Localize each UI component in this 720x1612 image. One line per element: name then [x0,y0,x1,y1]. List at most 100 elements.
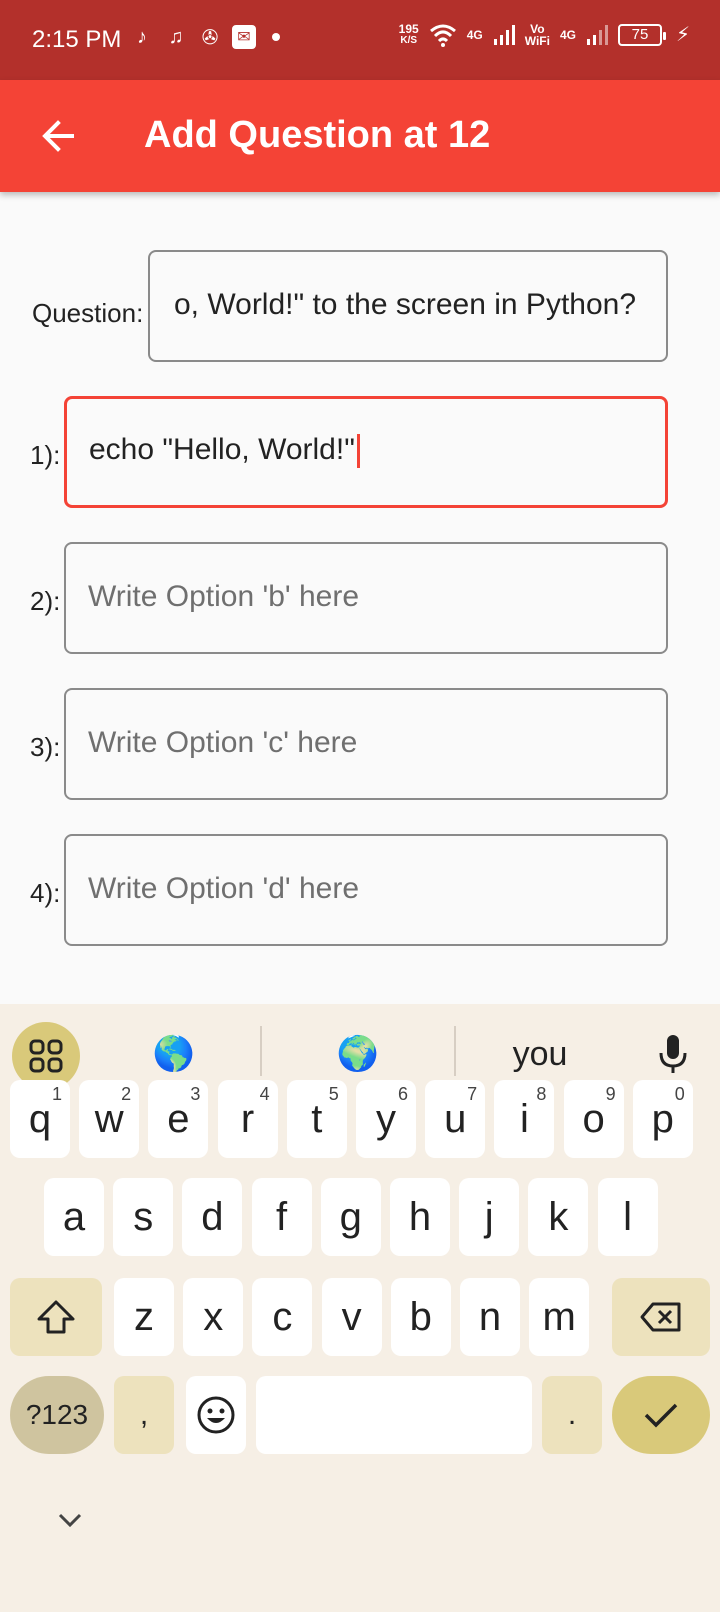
key-p[interactable]: p0 [632,1080,693,1158]
arrow-back-icon [42,120,74,152]
space-key[interactable] [256,1376,532,1454]
key-h[interactable]: h [390,1178,450,1256]
key-o-label: o [582,1096,605,1141]
option-4-input[interactable]: Write Option 'd' here [64,834,668,946]
key-l[interactable]: l [597,1178,658,1256]
key-f-label: f [276,1194,288,1239]
key-q-label: q [28,1096,52,1141]
option-2-placeholder: Write Option 'b' here [88,580,360,613]
battery-indicator: 75 [617,23,666,46]
signal-icon-2 [586,24,608,45]
key-x[interactable]: x [183,1278,244,1356]
key-e[interactable]: e3 [148,1080,209,1158]
key-v[interactable]: v [321,1278,382,1356]
key-w-label: w [94,1096,124,1141]
key-y[interactable]: y6 [356,1080,416,1158]
key-p-hint: 0 [674,1084,685,1104]
key-z[interactable]: z [114,1278,174,1356]
emoji-key[interactable] [186,1376,246,1454]
key-d[interactable]: d [182,1178,243,1256]
backspace-key[interactable] [612,1278,710,1356]
checkmark-icon [644,1403,678,1428]
key-b-label: b [409,1294,432,1339]
key-h-label: h [408,1194,432,1239]
key-v-label: v [341,1294,362,1339]
option-1-input[interactable]: echo "Hello, World!" [64,396,668,508]
key-d-label: d [201,1194,224,1239]
pinwheel-icon: ✇ [201,26,219,49]
key-b[interactable]: b [390,1278,451,1356]
suggestion-2[interactable]: 🌍 [312,1024,404,1084]
key-a[interactable]: a [44,1178,104,1256]
key-e-label: e [167,1096,190,1141]
key-t[interactable]: t5 [286,1080,347,1158]
key-r[interactable]: r4 [217,1080,278,1158]
shift-icon [37,1300,75,1334]
key-c[interactable]: c [252,1278,313,1356]
signal-icon-1 [493,24,515,45]
notification-icons: ♪ ♫ ✇ ✉ [130,24,280,50]
back-button[interactable] [36,114,80,158]
more-notifications-dot [272,33,280,41]
option-4-placeholder: Write Option 'd' here [88,872,360,905]
key-u[interactable]: u7 [425,1080,486,1158]
key-m[interactable]: m [529,1278,590,1356]
key-r-label: r [240,1096,255,1141]
key-o[interactable]: o9 [563,1080,624,1158]
network-type-1: 4G [466,27,483,42]
suggestion-3[interactable]: you [470,1024,610,1084]
microphone-icon [659,1035,687,1073]
option-3-label: 3): [30,732,61,762]
option-4-label: 4): [30,878,61,908]
mail-icon: ✉ [232,25,256,49]
volte-indicator: Vo WiFi [524,21,550,48]
key-c-label: c [272,1294,293,1339]
option-3-input[interactable]: Write Option 'c' here [64,688,668,800]
key-k[interactable]: k [528,1178,589,1256]
soft-keyboard: 🌎 🌍 you q1w2e3r4t5y6u7i8o9p0 asdfghjkl z… [0,1004,720,1612]
key-q[interactable]: q1 [10,1080,70,1158]
done-key[interactable] [612,1376,710,1454]
key-u-label: u [444,1096,467,1141]
app-bar: Add Question at 12 [0,80,720,192]
comma-key[interactable]: , [114,1376,174,1454]
key-q-hint: 1 [51,1084,62,1104]
voice-input-button[interactable] [648,1026,698,1082]
key-n-label: n [478,1294,502,1339]
key-g-label: g [339,1194,362,1239]
key-j[interactable]: j [459,1178,520,1256]
key-t-hint: 5 [328,1084,339,1104]
key-z-label: z [134,1294,154,1339]
option-2-input[interactable]: Write Option 'b' here [64,542,668,654]
key-r-hint: 4 [259,1084,270,1104]
hide-keyboard-button[interactable] [52,1502,88,1538]
key-g[interactable]: g [320,1178,381,1256]
key-w[interactable]: w2 [79,1080,140,1158]
key-y-hint: 6 [397,1084,408,1104]
key-w-hint: 2 [121,1084,132,1104]
question-label: Question: [32,298,144,328]
key-i[interactable]: i8 [494,1080,555,1158]
system-icons: 195 K/S 4G Vo WiFi 4G 75 ⚡ [399,22,690,47]
period-key[interactable]: . [542,1376,602,1454]
key-l-label: l [623,1194,633,1239]
suggestion-1[interactable]: 🌎 [128,1024,220,1084]
option-1-label: 1): [30,440,61,470]
charging-icon: ⚡ [675,24,690,46]
key-s[interactable]: s [113,1178,174,1256]
status-time: 2:15 PM [32,26,122,53]
key-f[interactable]: f [251,1178,312,1256]
key-n[interactable]: n [460,1278,520,1356]
suggestion-divider [454,1026,456,1076]
key-m-label: m [542,1294,576,1339]
wifi-icon [429,24,456,47]
key-e-hint: 3 [190,1084,201,1104]
question-input-text: o, World!" to the screen in Python? [174,288,637,321]
key-a-label: a [62,1194,86,1239]
symbols-key[interactable]: ?123 [10,1376,104,1454]
suggestion-divider [260,1026,262,1076]
question-input[interactable]: o, World!" to the screen in Python? [148,250,668,362]
shift-key[interactable] [10,1278,102,1356]
network-type-2: 4G [559,27,576,42]
key-i-label: i [519,1096,529,1141]
